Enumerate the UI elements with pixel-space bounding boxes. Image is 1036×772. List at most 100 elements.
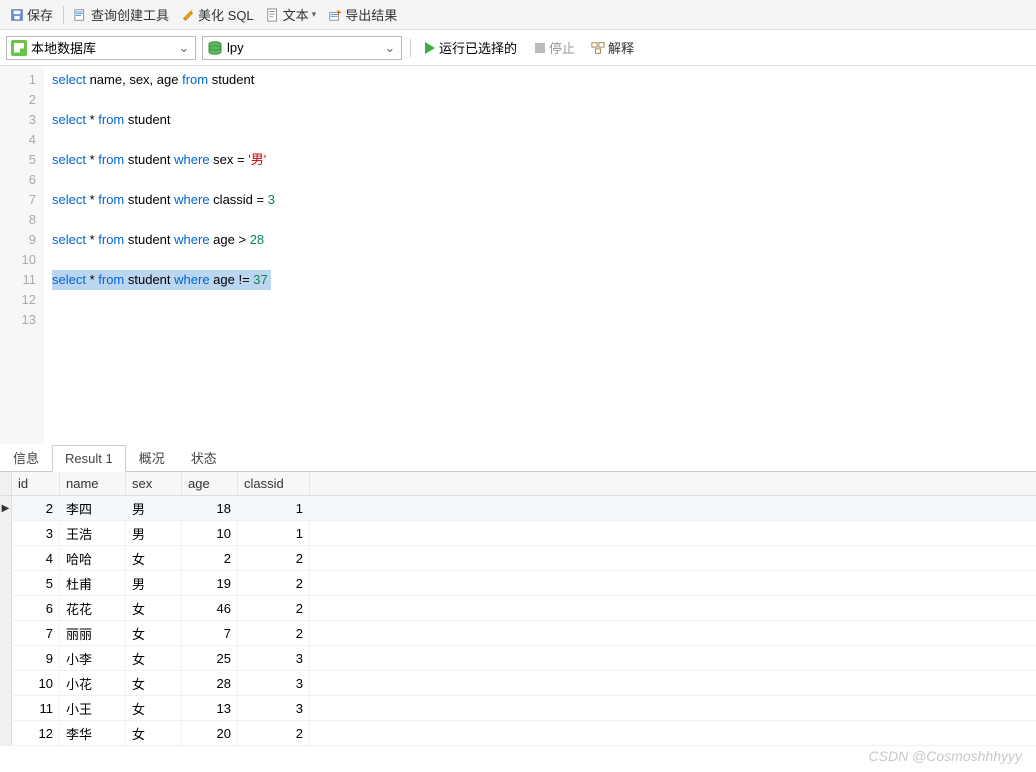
cell[interactable]: 女 [126, 621, 182, 645]
row-selector-header[interactable] [0, 472, 12, 495]
cell[interactable]: 花花 [60, 596, 126, 620]
cell[interactable]: 男 [126, 571, 182, 595]
cell[interactable]: 46 [182, 596, 238, 620]
col-header-id[interactable]: id [12, 472, 60, 495]
beautify-button[interactable]: 美化 SQL [177, 3, 258, 26]
col-header-sex[interactable]: sex [126, 472, 182, 495]
cell[interactable]: 小李 [60, 646, 126, 670]
cell[interactable]: 19 [182, 571, 238, 595]
col-header-age[interactable]: age [182, 472, 238, 495]
cell[interactable]: 4 [12, 546, 60, 570]
cell[interactable]: 1 [238, 521, 310, 545]
cell[interactable]: 哈哈 [60, 546, 126, 570]
database-dropdown[interactable]: lpy ⌄ [202, 36, 402, 60]
sql-editor[interactable]: 12345678910111213 select name, sex, age … [0, 66, 1036, 444]
cell[interactable]: 李四 [60, 496, 126, 520]
cell[interactable]: 6 [12, 596, 60, 620]
run-selected-button[interactable]: 运行已选择的 [419, 36, 523, 59]
row-selector[interactable] [0, 596, 12, 620]
cell[interactable]: 李华 [60, 721, 126, 745]
cell[interactable]: 2 [238, 546, 310, 570]
code-line[interactable] [52, 170, 1028, 190]
cell[interactable]: 2 [238, 721, 310, 745]
cell[interactable]: 男 [126, 496, 182, 520]
cell[interactable]: 10 [12, 671, 60, 695]
cell[interactable]: 女 [126, 546, 182, 570]
cell[interactable]: 18 [182, 496, 238, 520]
table-row[interactable]: 10小花女283 [0, 671, 1036, 696]
row-selector[interactable] [0, 721, 12, 745]
code-area[interactable]: select name, sex, age from student select… [44, 66, 1036, 444]
cell[interactable]: 女 [126, 696, 182, 720]
export-button[interactable]: 导出结果 [324, 3, 401, 26]
cell[interactable]: 5 [12, 571, 60, 595]
cell[interactable]: 丽丽 [60, 621, 126, 645]
code-line[interactable] [52, 310, 1028, 330]
cell[interactable]: 女 [126, 596, 182, 620]
row-selector[interactable] [0, 696, 12, 720]
table-row[interactable]: 6花花女462 [0, 596, 1036, 621]
cell[interactable]: 7 [12, 621, 60, 645]
code-line[interactable] [52, 130, 1028, 150]
cell[interactable]: 2 [238, 571, 310, 595]
cell[interactable]: 1 [238, 496, 310, 520]
cell[interactable]: 13 [182, 696, 238, 720]
explain-button[interactable]: 解释 [587, 36, 638, 59]
row-selector[interactable] [0, 521, 12, 545]
table-row[interactable]: 9小李女253 [0, 646, 1036, 671]
table-row[interactable]: 3王浩男101 [0, 521, 1036, 546]
cell[interactable]: 2 [238, 596, 310, 620]
table-row[interactable]: 7丽丽女72 [0, 621, 1036, 646]
tab-info[interactable]: 信息 [0, 442, 52, 472]
code-line[interactable]: select * from student [52, 110, 1028, 130]
cell[interactable]: 12 [12, 721, 60, 745]
cell[interactable]: 2 [182, 546, 238, 570]
col-header-name[interactable]: name [60, 472, 126, 495]
cell[interactable]: 3 [238, 696, 310, 720]
table-row[interactable]: 12李华女202 [0, 721, 1036, 746]
table-row[interactable]: 4哈哈女22 [0, 546, 1036, 571]
cell[interactable]: 小花 [60, 671, 126, 695]
cell[interactable]: 女 [126, 646, 182, 670]
cell[interactable]: 20 [182, 721, 238, 745]
code-line[interactable] [52, 90, 1028, 110]
cell[interactable]: 3 [238, 646, 310, 670]
table-row[interactable]: ▶2李四男181 [0, 496, 1036, 521]
code-line[interactable]: select name, sex, age from student [52, 70, 1028, 90]
row-selector[interactable] [0, 646, 12, 670]
code-line[interactable] [52, 250, 1028, 270]
connection-dropdown[interactable]: 本地数据库 ⌄ [6, 36, 196, 60]
cell[interactable]: 男 [126, 521, 182, 545]
table-row[interactable]: 11小王女133 [0, 696, 1036, 721]
code-line[interactable]: select * from student where classid = 3 [52, 190, 1028, 210]
row-selector[interactable] [0, 671, 12, 695]
cell[interactable]: 25 [182, 646, 238, 670]
cell[interactable]: 女 [126, 671, 182, 695]
row-selector[interactable] [0, 571, 12, 595]
code-line[interactable]: select * from student where age > 28 [52, 230, 1028, 250]
tab-result-1[interactable]: Result 1 [52, 445, 126, 472]
cell[interactable]: 2 [12, 496, 60, 520]
cell[interactable]: 小王 [60, 696, 126, 720]
code-line[interactable] [52, 290, 1028, 310]
cell[interactable]: 10 [182, 521, 238, 545]
col-header-classid[interactable]: classid [238, 472, 310, 495]
cell[interactable]: 2 [238, 621, 310, 645]
row-selector[interactable] [0, 621, 12, 645]
cell[interactable]: 3 [12, 521, 60, 545]
row-selector[interactable] [0, 546, 12, 570]
text-button[interactable]: 文本 ▾ [262, 3, 321, 26]
cell[interactable]: 28 [182, 671, 238, 695]
cell[interactable]: 9 [12, 646, 60, 670]
code-line[interactable]: select * from student where age != 37 [52, 270, 1028, 290]
cell[interactable]: 7 [182, 621, 238, 645]
query-builder-button[interactable]: 查询创建工具 [70, 3, 173, 26]
tab-status[interactable]: 状态 [178, 442, 230, 472]
save-button[interactable]: 保存 [6, 3, 57, 26]
code-line[interactable] [52, 210, 1028, 230]
tab-profile[interactable]: 概况 [126, 442, 178, 472]
table-row[interactable]: 5杜甫男192 [0, 571, 1036, 596]
cell[interactable]: 女 [126, 721, 182, 745]
cell[interactable]: 3 [238, 671, 310, 695]
row-selector[interactable]: ▶ [0, 496, 12, 520]
